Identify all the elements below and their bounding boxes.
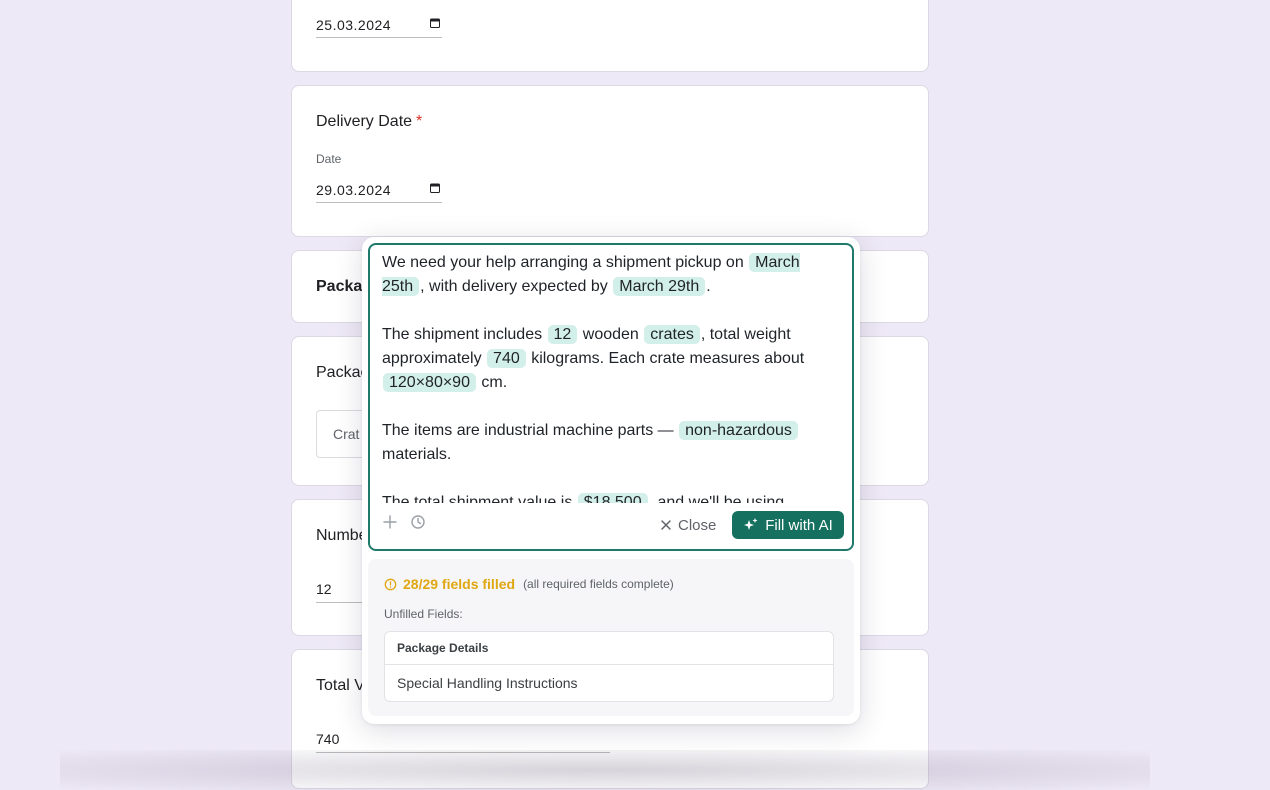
extracted-value-chip: non-hazardous	[679, 421, 798, 440]
delivery-date-value: 29.03.2024	[316, 182, 392, 198]
fill-with-ai-button[interactable]: Fill with AI	[732, 511, 844, 539]
prompt-paragraph: The shipment includes 12 wooden crates, …	[382, 323, 844, 395]
prompt-text-segment: wooden	[578, 326, 644, 343]
calendar-icon[interactable]	[430, 183, 440, 193]
unfilled-group-header: Package Details	[385, 632, 833, 665]
prompt-text-segment: kilograms. Each crate measures about	[526, 350, 805, 367]
prompt-text-segment: We need your help arranging a shipment p…	[382, 254, 749, 271]
calendar-icon[interactable]	[430, 18, 440, 28]
total-weight-input[interactable]: 740	[316, 726, 610, 753]
pickup-date-card: 25.03.2024	[291, 0, 929, 72]
ai-prompt-editor[interactable]: We need your help arranging a shipment p…	[368, 243, 854, 551]
pickup-date-value: 25.03.2024	[316, 17, 392, 33]
total-weight-title: Total V	[316, 677, 365, 694]
sparkle-icon	[744, 518, 758, 530]
prompt-text-segment: The shipment includes	[382, 326, 547, 343]
package-type-value: Crat	[333, 426, 360, 442]
number-crates-title: Numbe	[316, 527, 368, 544]
pickup-date-input[interactable]: 25.03.2024	[316, 13, 442, 38]
prompt-text-segment: cm.	[476, 374, 508, 391]
unfilled-field-item[interactable]: Special Handling Instructions	[385, 665, 833, 701]
extracted-value-chip: March 29th	[613, 277, 706, 296]
fields-filled-count: 28/29 fields filled	[403, 576, 516, 592]
unfilled-fields-label: Unfilled Fields:	[384, 607, 463, 621]
extracted-value-chip: crates	[644, 325, 700, 344]
delivery-date-title: Delivery Date *	[316, 113, 422, 131]
close-icon	[661, 520, 671, 530]
delivery-date-title-text: Delivery Date	[316, 113, 413, 130]
ai-fill-popup: We need your help arranging a shipment p…	[362, 237, 860, 724]
extracted-value-chip: 120×80×90	[383, 373, 476, 392]
prompt-text-segment: .	[706, 278, 711, 295]
required-mark: *	[416, 113, 423, 130]
delivery-date-card: Delivery Date * Date 29.03.2024	[291, 85, 929, 237]
fill-with-ai-label: Fill with AI	[765, 516, 833, 534]
ai-prompt-text[interactable]: We need your help arranging a shipment p…	[382, 251, 844, 503]
required-complete-note: (all required fields complete)	[523, 577, 674, 591]
extracted-value-chip: 12	[547, 325, 578, 344]
fill-status-line: 28/29 fields filled (all required fields…	[384, 576, 674, 592]
alert-circle-icon	[384, 578, 397, 590]
delivery-date-sub-label: Date	[316, 152, 342, 166]
close-button[interactable]: Close	[660, 513, 716, 537]
extracted-value-chip: 740	[487, 349, 526, 368]
plus-icon[interactable]	[382, 514, 398, 530]
total-weight-value: 740	[316, 731, 340, 747]
package-section-title: Packa	[316, 278, 363, 295]
prompt-text-segment: materials.	[382, 446, 452, 463]
prompt-text-segment: , with delivery expected by	[420, 278, 613, 295]
package-type-title: Packac	[316, 364, 369, 381]
fill-status-panel: 28/29 fields filled (all required fields…	[368, 559, 854, 716]
clock-icon[interactable]	[410, 514, 426, 530]
editor-toolbar: Close Fill with AI	[370, 501, 852, 549]
prompt-paragraph: We need your help arranging a shipment p…	[382, 251, 844, 299]
unfilled-fields-table: Package Details Special Handling Instruc…	[384, 631, 834, 702]
prompt-paragraph: The items are industrial machine parts —…	[382, 419, 844, 467]
close-label: Close	[678, 516, 717, 534]
number-crates-value: 12	[316, 581, 332, 597]
delivery-date-input[interactable]: 29.03.2024	[316, 178, 442, 203]
prompt-text-segment: The items are industrial machine parts —	[382, 422, 679, 439]
